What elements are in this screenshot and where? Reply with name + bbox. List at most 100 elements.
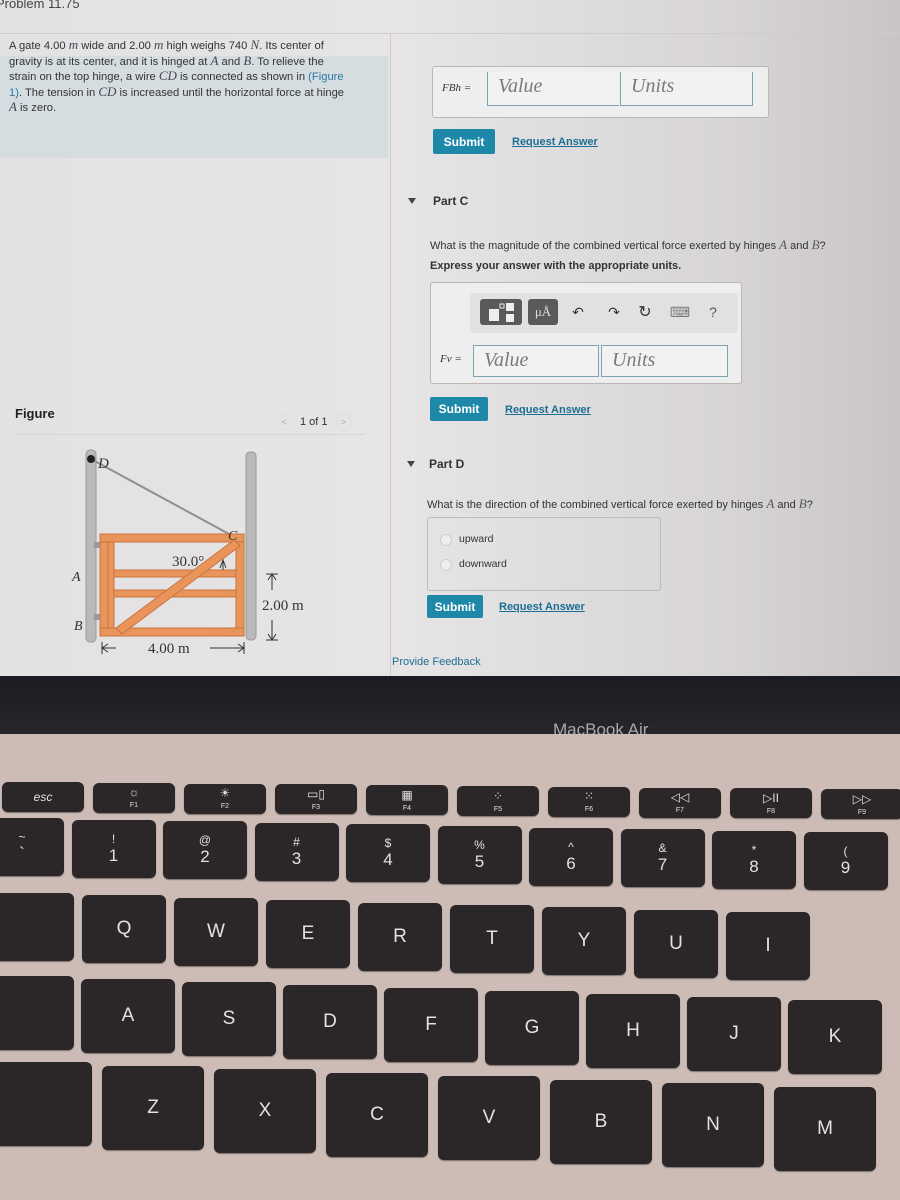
key-t[interactable]: T (450, 905, 534, 973)
key-label: Y (577, 930, 591, 952)
key-b[interactable]: B (550, 1079, 652, 1164)
angle-label: 30.0° (172, 554, 204, 570)
redo-icon[interactable]: ↷ (604, 299, 624, 325)
keyboard-icon[interactable]: ⌨ (668, 299, 692, 325)
key-label: A (121, 1005, 135, 1026)
radio-downward[interactable] (440, 559, 452, 571)
fn-icon: ◁◁ (670, 790, 690, 805)
key-8[interactable]: * 8 (712, 830, 796, 889)
browser-screen: Problem 11.75 A gate 4.00 m wide and 2.0… (0, 0, 900, 690)
fn-key-f8[interactable]: ▷II F8 (730, 788, 812, 819)
key-shift-label: % (474, 838, 485, 852)
fn-key-esc[interactable]: esc (2, 782, 84, 812)
key-e[interactable]: E (266, 900, 350, 969)
problem-statement: A gate 4.00 m wide and 2.00 m high weigh… (9, 37, 345, 114)
key-3[interactable]: #3 (254, 822, 339, 881)
key-d[interactable]: D (283, 985, 377, 1059)
fn-key-f7[interactable]: ◁◁ F7 (639, 787, 721, 818)
key-label: I (765, 935, 771, 957)
key-k[interactable]: K (788, 1000, 882, 1074)
key-a[interactable]: A (81, 979, 175, 1053)
key-r[interactable]: R (358, 902, 442, 971)
part-d-request-answer-link[interactable]: Request Answer (499, 601, 585, 613)
key-tab[interactable] (0, 893, 74, 961)
templates-icon[interactable] (480, 299, 522, 325)
key-2[interactable]: @2 (163, 821, 247, 880)
key-j[interactable]: J (687, 997, 781, 1071)
key-7[interactable]: & 7 (620, 829, 705, 888)
part-c-submit-button[interactable]: Submit (430, 397, 488, 421)
key-shift-label: ^ (568, 839, 574, 854)
key-i[interactable]: I (726, 912, 810, 981)
fn-key-f3[interactable]: ▭▯ F3 (275, 784, 357, 815)
key-label: T (486, 928, 498, 949)
prev-figure-button[interactable]: < (276, 414, 292, 430)
point-d (87, 455, 95, 463)
part-c-title[interactable]: Part C (433, 194, 468, 208)
fn-key-f6[interactable]: ⁙ F6 (548, 786, 630, 817)
option-downward-label[interactable]: downward (459, 558, 507, 570)
part-b-units-input[interactable]: Units (620, 72, 753, 106)
units-button[interactable]: μÅ (528, 299, 558, 325)
key-caps[interactable] (0, 976, 74, 1050)
part-c-collapse-icon[interactable] (408, 198, 416, 204)
part-d-submit-button[interactable]: Submit (427, 595, 483, 618)
part-c-units-input[interactable]: Units (601, 345, 728, 377)
part-d-title[interactable]: Part D (429, 457, 464, 471)
key-label: G (524, 1017, 540, 1038)
key-c[interactable]: C (326, 1072, 428, 1157)
fn-label: F4 (402, 804, 412, 812)
undo-icon[interactable]: ↶ (568, 299, 588, 325)
key-label: ` (19, 844, 25, 863)
part-b-submit-button[interactable]: Submit (433, 129, 495, 154)
key-`[interactable]: ~ ` (0, 818, 64, 876)
key-w[interactable]: W (174, 897, 258, 966)
option-upward-label[interactable]: upward (459, 533, 493, 545)
part-c-question: What is the magnitude of the combined ve… (430, 237, 826, 252)
fn-key-f2[interactable]: ☀ F2 (184, 783, 266, 814)
fn-key-f9[interactable]: ▷▷ F9 (821, 789, 900, 820)
key-f[interactable]: F (384, 988, 478, 1062)
wire-cd (90, 458, 241, 541)
key-4[interactable]: $4 (346, 824, 430, 883)
key-n[interactable]: N (662, 1083, 764, 1167)
part-c-variable: Fv = (440, 353, 462, 365)
key-v[interactable]: V (438, 1076, 540, 1160)
esc-label: esc (33, 790, 53, 804)
fn-label: F9 (857, 808, 867, 816)
figure-pager: < 1 of 1 > (276, 414, 352, 430)
key-label: J (729, 1023, 739, 1044)
fn-key-f5[interactable]: ⁘ F5 (457, 786, 539, 816)
help-icon[interactable]: ? (704, 299, 722, 325)
fn-key-f4[interactable]: ▦ F4 (366, 785, 448, 816)
figure-page-count: 1 of 1 (300, 416, 328, 428)
key-m[interactable]: M (774, 1086, 876, 1171)
key-shift[interactable] (0, 1062, 92, 1146)
key-s[interactable]: S (182, 982, 276, 1056)
part-d-collapse-icon[interactable] (407, 461, 415, 467)
key-1[interactable]: ! 1 (71, 819, 156, 878)
key-u[interactable]: U (634, 909, 718, 978)
fn-label: F5 (493, 805, 503, 813)
label-c: C (228, 529, 238, 544)
key-5[interactable]: % 5 (437, 826, 522, 884)
fn-key-f1[interactable]: ☼ F1 (93, 782, 175, 813)
part-b-request-answer-link[interactable]: Request Answer (512, 136, 598, 148)
key-y[interactable]: Y (542, 907, 626, 976)
part-b-value-input[interactable]: Value (487, 72, 619, 106)
reset-icon[interactable]: ↻ (635, 299, 655, 325)
next-figure-button[interactable]: > (335, 414, 352, 430)
gate (99, 533, 245, 637)
key-g[interactable]: G (485, 991, 579, 1065)
key-h[interactable]: H (586, 994, 680, 1068)
provide-feedback-link[interactable]: Provide Feedback (392, 656, 481, 668)
radio-upward[interactable] (440, 534, 452, 546)
key-z[interactable]: Z (102, 1065, 204, 1150)
part-c-request-answer-link[interactable]: Request Answer (505, 404, 591, 416)
key-label: C (370, 1103, 384, 1125)
key-6[interactable]: ^ 6 (529, 827, 613, 886)
key-x[interactable]: X (214, 1069, 316, 1153)
part-c-value-input[interactable]: Value (473, 345, 599, 377)
key-9[interactable]: (9 (803, 832, 888, 891)
key-q[interactable]: Q (82, 895, 166, 964)
